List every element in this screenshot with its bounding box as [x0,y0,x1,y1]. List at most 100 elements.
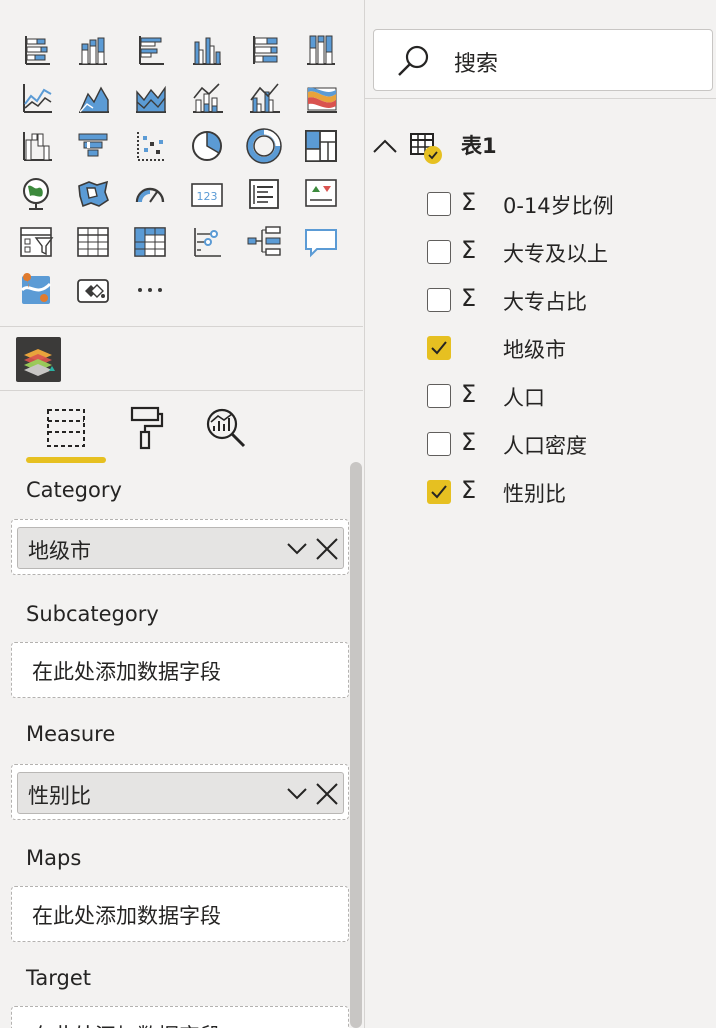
sigma-icon: Σ [461,380,477,408]
field-pill-category[interactable]: 地级市 [17,527,344,569]
table-node[interactable]: 表1 [371,126,671,166]
field-item[interactable]: Σ 人口密度 [427,424,707,464]
checkmark-icon [431,341,447,355]
search-placeholder: 搜索 [454,52,499,77]
field-checkbox[interactable] [427,432,451,456]
well-label-maps: Maps [26,846,82,870]
subcategory-well[interactable]: 在此处添加数据字段 [11,642,349,698]
sigma-icon: Σ [461,476,477,504]
stacked-bar-chart-icon[interactable] [14,30,58,70]
close-icon[interactable] [315,782,339,806]
measure-well[interactable]: 性别比 [11,764,349,820]
clustered-column-chart-icon[interactable] [185,30,229,70]
100-stacked-column-chart-icon[interactable] [299,30,343,70]
sigma-icon: Σ [461,236,477,264]
well-placeholder: 在此处添加数据字段 [32,904,221,928]
field-checkbox[interactable] [427,384,451,408]
field-checkbox[interactable] [427,192,451,216]
well-placeholder: 在此处添加数据字段 [32,660,221,684]
chevron-down-icon[interactable] [286,539,308,559]
well-label-measure: Measure [26,722,116,746]
clustered-bar-chart-icon[interactable] [128,30,172,70]
well-label-target: Target [26,966,91,990]
field-name: 性别比 [503,482,566,506]
map-icon[interactable] [14,174,58,214]
more-visuals-icon[interactable] [128,270,172,310]
analytics-tab-icon[interactable] [186,400,266,462]
ribbon-chart-icon[interactable] [299,78,343,118]
close-icon[interactable] [315,537,339,561]
category-well[interactable]: 地级市 [11,519,349,575]
active-tab-indicator [26,457,106,463]
card-icon[interactable]: 123 [185,174,229,214]
field-name: 人口 [503,386,545,410]
waterfall-chart-icon[interactable] [14,126,58,166]
table-icon [410,133,442,164]
stacked-column-chart-icon[interactable] [71,30,115,70]
field-name: 大专占比 [503,290,587,314]
decomposition-tree-icon[interactable] [242,222,286,262]
fields-pane: 搜索 表1 Σ 0-14岁比例 Σ 大专及以上 Σ 大专占比 地级市 Σ 人口 Σ 人口密度 Σ 性别比 [364,0,716,1028]
field-name: 0-14岁比例 [503,194,614,218]
area-chart-icon[interactable] [71,78,115,118]
field-checkbox[interactable] [427,480,451,504]
field-item[interactable]: Σ 0-14岁比例 [427,184,707,224]
divider [0,326,363,327]
table-icon[interactable] [71,222,115,262]
field-checkbox[interactable] [427,336,451,360]
qa-icon[interactable] [299,222,343,262]
slicer-icon[interactable] [14,222,58,262]
table-name: 表1 [461,134,497,158]
scrollbar[interactable] [350,462,362,1028]
field-pill-label: 地级市 [28,539,91,563]
pie-chart-icon[interactable] [185,126,229,166]
matrix-icon[interactable] [128,222,172,262]
maps-well[interactable]: 在此处添加数据字段 [11,886,349,942]
donut-chart-icon[interactable] [242,126,286,166]
100-stacked-bar-chart-icon[interactable] [242,30,286,70]
field-name: 人口密度 [503,434,587,458]
filled-map-icon[interactable] [71,174,115,214]
field-name: 大专及以上 [503,242,608,266]
field-pill-label: 性别比 [28,784,91,808]
search-icon [398,45,429,76]
format-tab-icon[interactable] [106,400,186,462]
fields-tab-icon[interactable] [26,400,106,463]
visualizations-pane: 123 Category 地级市 Subcategory 在此处添加数据字段 M… [0,0,363,1028]
kpi-icon[interactable] [299,174,343,214]
treemap-icon[interactable] [299,126,343,166]
field-item[interactable]: Σ 大专占比 [427,280,707,320]
chevron-down-icon[interactable] [286,784,308,804]
field-checkbox[interactable] [427,240,451,264]
field-item[interactable]: 地级市 [427,328,707,368]
line-and-clustered-column-chart-icon[interactable] [242,78,286,118]
sigma-icon: Σ [461,188,477,216]
scatter-chart-icon[interactable] [128,126,172,166]
line-chart-icon[interactable] [14,78,58,118]
target-well[interactable]: 在此处添加数据字段 [11,1006,349,1028]
gauge-icon[interactable] [128,174,172,214]
well-label-subcategory: Subcategory [26,602,159,626]
field-item[interactable]: Σ 性别比 [427,472,707,512]
line-and-stacked-column-chart-icon[interactable] [185,78,229,118]
well-placeholder: 在此处添加数据字段 [32,1020,221,1028]
field-checkbox[interactable] [427,288,451,312]
field-item[interactable]: Σ 大专及以上 [427,232,707,272]
arcgis-map-icon[interactable] [14,270,58,310]
search-input[interactable]: 搜索 [373,29,713,91]
field-item[interactable]: Σ 人口 [427,376,707,416]
divider [365,98,716,99]
chevron-up-icon[interactable] [371,134,399,158]
well-label-category: Category [26,478,122,502]
funnel-icon[interactable] [71,126,115,166]
field-pill-measure[interactable]: 性别比 [17,772,344,814]
key-influencers-icon[interactable] [185,222,229,262]
svg-text:123: 123 [197,190,218,203]
custom-map-visual-icon[interactable] [16,337,61,382]
stacked-area-chart-icon[interactable] [128,78,172,118]
sigma-icon: Σ [461,428,477,456]
multi-row-card-icon[interactable] [242,174,286,214]
power-apps-icon[interactable] [71,270,115,310]
field-name: 地级市 [503,338,566,362]
checkmark-icon [431,485,447,499]
